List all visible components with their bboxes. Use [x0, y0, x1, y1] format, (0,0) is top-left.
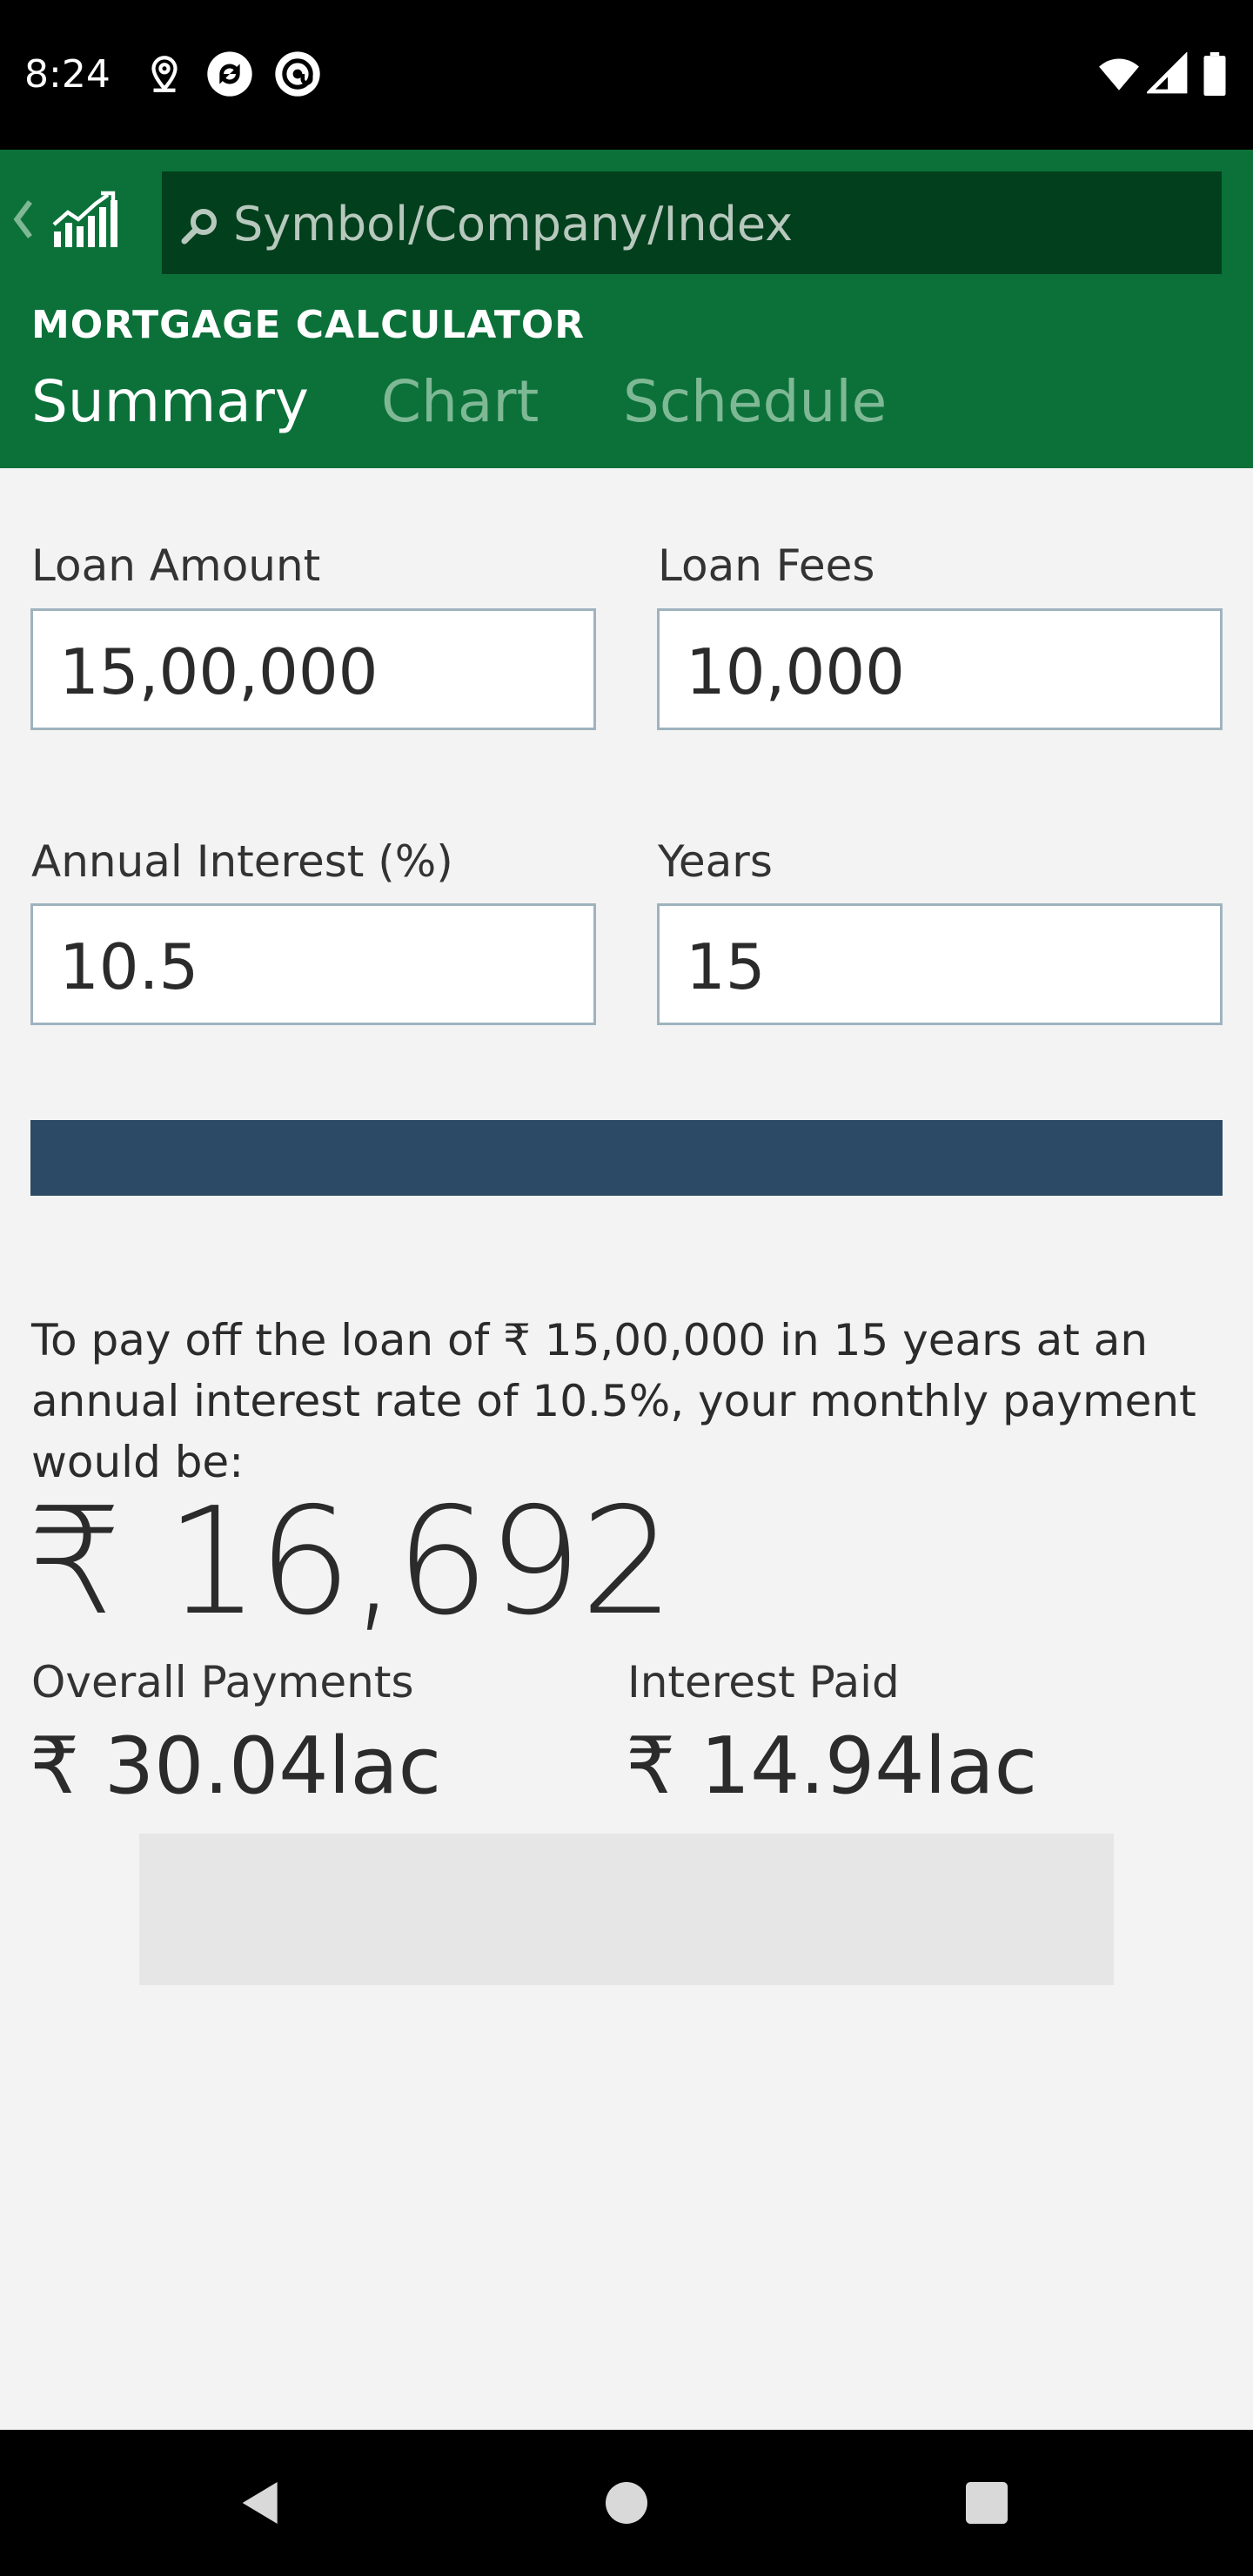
system-nav-bar: [0, 2430, 1253, 2576]
annual-interest-value: 10.5: [59, 930, 199, 1003]
battery-icon: [1201, 52, 1229, 96]
tab-chart[interactable]: Chart: [381, 367, 539, 437]
search-input[interactable]: Symbol/Company/Index: [162, 171, 1222, 274]
loan-fees-label: Loan Fees: [658, 540, 875, 591]
nav-home-icon[interactable]: [599, 2475, 654, 2531]
sync-icon: [205, 50, 254, 98]
status-bar: 8:24: [0, 0, 1253, 150]
search-placeholder: Symbol/Company/Index: [233, 197, 794, 252]
loan-amount-value: 15,00,000: [59, 635, 379, 708]
monthly-payment: ₹ 16,692: [28, 1476, 674, 1648]
at-icon: [273, 50, 322, 98]
loan-amount-input[interactable]: 15,00,000: [30, 608, 596, 730]
calculate-bar[interactable]: [30, 1120, 1223, 1196]
loan-fees-value: 10,000: [686, 635, 905, 708]
interest-paid-value: ₹ 14.94lac: [626, 1721, 1038, 1812]
loan-fees-input[interactable]: 10,000: [657, 608, 1223, 730]
nav-back-icon[interactable]: [233, 2475, 289, 2531]
signal-icon: [1147, 52, 1189, 96]
location-icon: [143, 52, 186, 96]
overall-payments-label: Overall Payments: [31, 1657, 414, 1707]
loan-amount-label: Loan Amount: [31, 540, 321, 591]
years-label: Years: [658, 836, 773, 887]
years-value: 15: [686, 930, 766, 1003]
page-title: MORTGAGE CALCULATOR: [31, 303, 586, 347]
back-chevron-icon[interactable]: [10, 193, 37, 245]
years-input[interactable]: 15: [657, 903, 1223, 1025]
annual-interest-label: Annual Interest (%): [31, 836, 453, 887]
app-logo-icon[interactable]: [52, 190, 118, 247]
interest-paid-label: Interest Paid: [627, 1657, 900, 1707]
overall-payments-value: ₹ 30.04lac: [30, 1721, 442, 1812]
app-header: Symbol/Company/Index MORTGAGE CALCULATOR…: [0, 150, 1253, 468]
ad-banner-placeholder: [139, 1834, 1114, 1985]
tab-summary[interactable]: Summary: [31, 367, 309, 437]
nav-recents-icon[interactable]: [959, 2475, 1015, 2531]
result-description: To pay off the loan of ₹ 15,00,000 in 15…: [31, 1315, 1196, 1487]
search-icon: [179, 205, 221, 246]
wifi-icon: [1093, 52, 1145, 96]
status-time: 8:24: [24, 52, 111, 97]
annual-interest-input[interactable]: 10.5: [30, 903, 596, 1025]
tab-schedule[interactable]: Schedule: [623, 367, 887, 437]
